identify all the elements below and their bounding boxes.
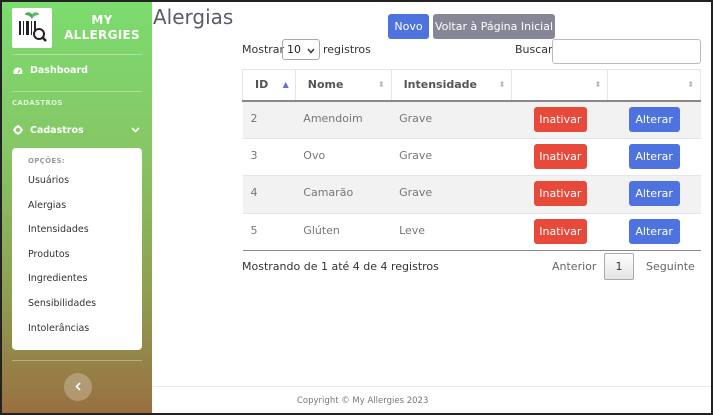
next-page-button[interactable]: Seguinte bbox=[646, 260, 695, 273]
cell-edit: Alterar bbox=[607, 175, 701, 213]
cell-nome: Glúten bbox=[295, 212, 392, 251]
tachometer-icon bbox=[12, 66, 24, 75]
table-row: 5 Glúten Leve Inativar Alterar bbox=[242, 212, 701, 251]
submenu-item-intolerancias[interactable]: Intolerâncias bbox=[12, 321, 142, 346]
sidebar-divider bbox=[12, 91, 142, 92]
cell-deactivate: Inativar bbox=[511, 137, 608, 176]
sidebar-section-heading: CADASTROS bbox=[12, 99, 63, 107]
previous-page-button[interactable]: Anterior bbox=[552, 260, 596, 273]
cell-id: 2 bbox=[242, 100, 296, 138]
cell-intensidade: Grave bbox=[391, 100, 512, 138]
sort-icon: ⬍ bbox=[377, 80, 385, 89]
sidebar: MY ALLERGIES Dashboard CADASTROS Cadastr… bbox=[2, 2, 152, 413]
cell-intensidade: Leve bbox=[391, 212, 512, 251]
cell-edit: Alterar bbox=[607, 137, 701, 176]
table-row: 2 Amendoim Grave Inativar Alterar bbox=[242, 100, 701, 138]
page-title: Alergias bbox=[153, 5, 234, 29]
footer-copyright: Copyright © My Allergies 2023 bbox=[297, 396, 429, 406]
cell-nome: Amendoim bbox=[295, 100, 392, 138]
table-row: 4 Camarão Grave Inativar Alterar bbox=[242, 175, 701, 213]
sort-icon: ⬍ bbox=[687, 80, 694, 89]
page-button-current[interactable]: 1 bbox=[604, 253, 634, 280]
column-header-action-2[interactable]: ⬍ bbox=[607, 69, 701, 102]
sidebar-divider bbox=[12, 360, 142, 361]
column-header-id[interactable]: ID ▲ bbox=[242, 69, 296, 102]
table-row: 3 Ovo Grave Inativar Alterar bbox=[242, 137, 701, 176]
show-label: Mostrar bbox=[242, 43, 285, 56]
submenu-heading: OPÇÕES: bbox=[28, 157, 65, 165]
cell-edit: Alterar bbox=[607, 100, 701, 138]
chevron-down-icon bbox=[307, 43, 315, 58]
sort-icon: ⬍ bbox=[594, 80, 602, 89]
deactivate-button[interactable]: Inativar bbox=[533, 106, 587, 132]
cell-deactivate: Inativar bbox=[511, 212, 608, 251]
brand-title: MY ALLERGIES bbox=[64, 13, 140, 42]
cell-intensidade: Grave bbox=[391, 175, 512, 213]
records-label: registros bbox=[323, 43, 371, 56]
deactivate-button[interactable]: Inativar bbox=[533, 181, 587, 206]
barcode-search-logo-icon bbox=[12, 8, 52, 48]
new-button[interactable]: Novo bbox=[388, 14, 429, 39]
submenu-item-produtos[interactable]: Produtos bbox=[12, 247, 142, 272]
footer-divider bbox=[153, 386, 711, 387]
deactivate-button[interactable]: Inativar bbox=[533, 143, 587, 169]
submenu-item-usuarios[interactable]: Usuários bbox=[12, 173, 142, 198]
deactivate-button[interactable]: Inativar bbox=[533, 218, 587, 244]
edit-button[interactable]: Alterar bbox=[628, 106, 680, 132]
sidebar-item-cadastros[interactable]: Cadastros bbox=[12, 121, 142, 139]
sidebar-divider bbox=[12, 54, 142, 55]
submenu-item-ingredientes[interactable]: Ingredientes bbox=[12, 271, 142, 296]
table-info: Mostrando de 1 até 4 de 4 registros bbox=[242, 260, 439, 273]
edit-button[interactable]: Alterar bbox=[628, 218, 680, 244]
column-header-intensidade[interactable]: Intensidade ⬍ bbox=[390, 69, 513, 102]
sidebar-toggle-button[interactable] bbox=[64, 373, 92, 401]
column-header-nome[interactable]: Nome ⬍ bbox=[294, 69, 392, 102]
chevron-down-icon bbox=[131, 125, 140, 136]
cell-id: 4 bbox=[242, 175, 296, 213]
submenu-item-intensidades[interactable]: Intensidades bbox=[12, 222, 142, 247]
cell-intensidade: Grave bbox=[391, 137, 512, 176]
brand[interactable]: MY ALLERGIES bbox=[12, 6, 152, 50]
allergies-table: ID ▲ Nome ⬍ Intensidade ⬍ ⬍ ⬍ 2 Amendoim Gr… bbox=[242, 69, 701, 251]
gear-icon bbox=[12, 125, 24, 135]
sort-icon: ⬍ bbox=[498, 80, 506, 89]
chevron-left-icon bbox=[75, 381, 81, 394]
edit-button[interactable]: Alterar bbox=[628, 181, 680, 206]
cell-id: 5 bbox=[242, 212, 296, 251]
table-header-row: ID ▲ Nome ⬍ Intensidade ⬍ ⬍ ⬍ bbox=[242, 69, 701, 102]
edit-button[interactable]: Alterar bbox=[628, 143, 680, 169]
cell-deactivate: Inativar bbox=[511, 100, 608, 138]
cell-edit: Alterar bbox=[607, 212, 701, 251]
submenu-item-sensibilidades[interactable]: Sensibilidades bbox=[12, 296, 142, 321]
sidebar-item-label: Dashboard bbox=[30, 64, 88, 76]
cell-nome: Camarão bbox=[295, 175, 392, 213]
cell-deactivate: Inativar bbox=[511, 175, 608, 213]
submenu-item-alergias[interactable]: Alergias bbox=[12, 198, 142, 223]
sidebar-item-label: Cadastros bbox=[30, 124, 84, 136]
page-length-value: 10 bbox=[287, 43, 301, 56]
column-header-action-1[interactable]: ⬍ bbox=[511, 69, 609, 102]
page-length-select[interactable]: 10 bbox=[282, 39, 320, 60]
app-window: MY ALLERGIES Dashboard CADASTROS Cadastr… bbox=[0, 0, 713, 415]
cadastros-submenu: OPÇÕES: Usuários Alergias Intensidades P… bbox=[12, 148, 142, 350]
back-home-button[interactable]: Voltar à Página Inicial bbox=[433, 14, 555, 39]
search-label: Buscar: bbox=[515, 43, 557, 56]
cell-id: 3 bbox=[242, 137, 296, 176]
sort-asc-icon: ▲ bbox=[282, 80, 289, 89]
search-input[interactable] bbox=[552, 39, 701, 64]
sidebar-item-dashboard[interactable]: Dashboard bbox=[12, 61, 88, 79]
cell-nome: Ovo bbox=[295, 137, 392, 176]
